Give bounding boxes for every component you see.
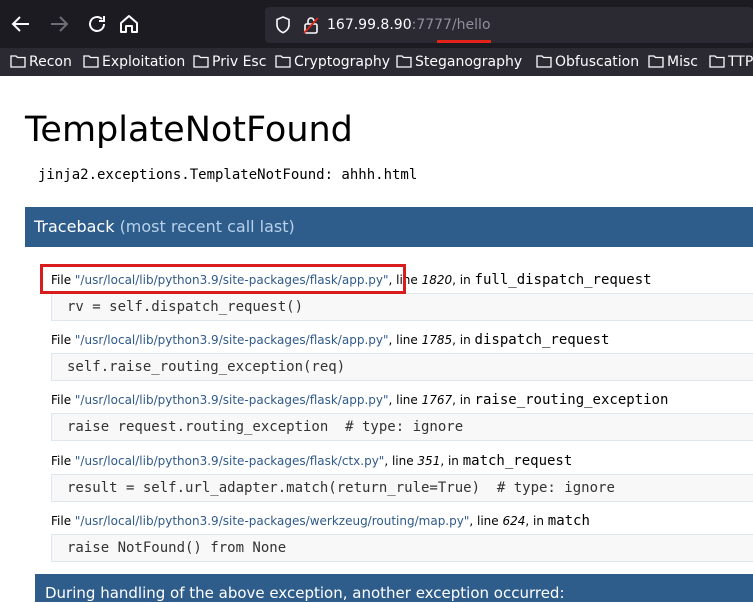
frame-header: File "/usr/local/lib/python3.9/site-pack… [51, 452, 572, 470]
frame-code-line: self.raise_routing_exception(req) [67, 359, 346, 375]
frame-file-prefix: File [51, 514, 75, 528]
frame-line-number: 1820 [421, 273, 453, 287]
url-path: /hello [451, 17, 491, 33]
frame-in-text: , in [440, 454, 463, 468]
exception-message: jinja2.exceptions.TemplateNotFound: ahhh… [38, 167, 418, 183]
frame-line-number: 351 [417, 454, 441, 468]
reload-icon [89, 16, 105, 32]
back-button[interactable] [9, 12, 33, 36]
frame-code[interactable]: self.raise_routing_exception(req) [51, 353, 753, 381]
annotation-underline [437, 40, 491, 43]
frame-function: match [547, 513, 590, 529]
frame-in-text: , in [452, 333, 475, 347]
frame-line-prefix: , line [384, 454, 418, 468]
frame-function: full_dispatch_request [474, 272, 652, 288]
browser-toolbar: 167.99.8.90:7777/hello [0, 0, 753, 48]
folder-icon [396, 55, 412, 68]
traceback-title-line: Traceback (most recent call last) [34, 217, 295, 237]
bookmark-folder-priv-esc[interactable]: Priv Esc [193, 53, 266, 71]
frame-line-prefix: , line [469, 514, 503, 528]
bookmark-label: Exploitation [102, 54, 186, 70]
folder-icon [536, 55, 552, 68]
bookmark-folder-exploitation[interactable]: Exploitation [83, 53, 185, 71]
frame-code[interactable]: raise request.routing_exception # type: … [51, 413, 753, 441]
bookmark-folder-misc[interactable]: Misc [648, 53, 698, 71]
frame-filename[interactable]: "/usr/local/lib/python3.9/site-packages/… [75, 454, 384, 468]
traceback-header[interactable]: Traceback (most recent call last) [25, 207, 753, 247]
bookmark-label: Recon [29, 54, 72, 70]
frame-function: raise_routing_exception [474, 392, 669, 408]
bookmark-folder-ttp[interactable]: TTP [709, 53, 753, 71]
folder-icon [648, 55, 664, 68]
frame-line-number: 1767 [421, 393, 453, 407]
reload-button[interactable] [85, 12, 109, 36]
home-icon [120, 15, 138, 33]
folder-icon [10, 55, 26, 68]
url-bar[interactable]: 167.99.8.90:7777/hello [265, 7, 753, 43]
frame-function: dispatch_request [474, 332, 610, 348]
exception-chain-text: During handling of the above exception, … [45, 584, 565, 602]
insecure-lock-icon[interactable] [301, 15, 321, 35]
frame-code-line: result = self.url_adapter.match(return_r… [67, 480, 615, 496]
frame-filename[interactable]: "/usr/local/lib/python3.9/site-packages/… [75, 333, 389, 347]
arrow-right-icon [51, 16, 69, 32]
bookmark-folder-steganography[interactable]: Steganography [396, 53, 522, 71]
frame-function: match_request [462, 453, 573, 469]
frame-in-text: , in [452, 273, 475, 287]
frame-code[interactable]: rv = self.dispatch_request() [51, 293, 753, 321]
traceback-subtitle: (most recent call last) [119, 217, 295, 236]
annotation-highlight-box [40, 264, 406, 294]
traceback-title: Traceback [34, 217, 115, 236]
frame-code-line: rv = self.dispatch_request() [67, 299, 304, 315]
bookmark-folder-cryptography[interactable]: Cryptography [275, 53, 390, 71]
folder-icon [83, 55, 99, 68]
frame-code[interactable]: result = self.url_adapter.match(return_r… [51, 474, 753, 502]
bookmark-label: Misc [667, 54, 698, 70]
frame-in-text: , in [525, 514, 548, 528]
frame-code[interactable]: raise NotFound() from None [51, 534, 753, 562]
frame-filename[interactable]: "/usr/local/lib/python3.9/site-packages/… [75, 393, 389, 407]
frame-header: File "/usr/local/lib/python3.9/site-pack… [51, 391, 668, 409]
shield-icon[interactable] [273, 15, 293, 35]
frame-header: File "/usr/local/lib/python3.9/site-pack… [51, 331, 609, 349]
bookmark-label: TTP [728, 54, 753, 70]
page-title: TemplateNotFound [25, 110, 353, 150]
bookmark-label: Priv Esc [212, 54, 267, 70]
forward-button[interactable] [47, 12, 71, 36]
folder-icon [193, 55, 209, 68]
frame-file-prefix: File [51, 454, 75, 468]
frame-header: File "/usr/local/lib/python3.9/site-pack… [51, 512, 590, 530]
frame-line-number: 1785 [421, 333, 453, 347]
home-button[interactable] [117, 12, 141, 36]
bookmark-folder-recon[interactable]: Recon [10, 53, 72, 71]
frame-filename[interactable]: "/usr/local/lib/python3.9/site-packages/… [75, 514, 469, 528]
folder-icon [275, 55, 291, 68]
exception-chain-header: During handling of the above exception, … [35, 574, 753, 602]
frame-file-prefix: File [51, 333, 75, 347]
bookmark-label: Steganography [415, 54, 523, 70]
bookmarks-bar: Recon Exploitation Priv Esc Cryptography… [0, 48, 753, 76]
frame-line-prefix: , line [388, 333, 422, 347]
bookmark-label: Obfuscation [555, 54, 640, 70]
frame-code-line: raise request.routing_exception # type: … [67, 419, 464, 435]
url-port: :7777 [411, 17, 452, 33]
frame-line-number: 624 [502, 514, 526, 528]
frame-line-prefix: , line [388, 393, 422, 407]
url-text[interactable]: 167.99.8.90:7777/hello [327, 15, 491, 35]
folder-icon [709, 55, 725, 68]
frame-code-line: raise NotFound() from None [67, 540, 287, 556]
arrow-left-icon [11, 16, 29, 32]
frame-in-text: , in [452, 393, 475, 407]
bookmark-label: Cryptography [294, 54, 391, 70]
url-host: 167.99.8.90 [327, 17, 412, 33]
bookmark-folder-obfuscation[interactable]: Obfuscation [536, 53, 639, 71]
frame-file-prefix: File [51, 393, 75, 407]
